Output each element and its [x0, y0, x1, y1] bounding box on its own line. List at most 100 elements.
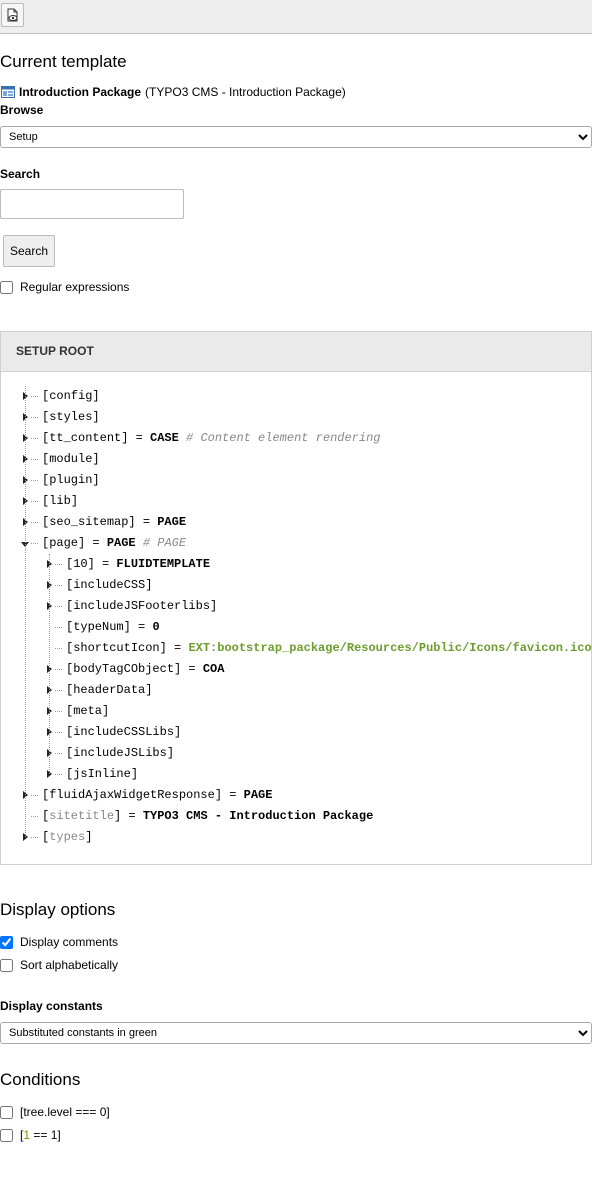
- tree-connector: [31, 428, 38, 449]
- tree-node[interactable]: [config]: [20, 386, 100, 407]
- tree-connector: [55, 659, 62, 680]
- tree-node-key[interactable]: config: [49, 389, 92, 403]
- tree-connector: [31, 785, 38, 806]
- tree-connector: [55, 596, 62, 617]
- tree-node-key[interactable]: includeCSS: [73, 578, 145, 592]
- tree-root-guide: [25, 386, 26, 837]
- tree-node-key[interactable]: headerData: [73, 683, 145, 697]
- tree-connector: [55, 575, 62, 596]
- condition-item: [tree.level === 0]: [0, 1105, 110, 1119]
- tree-node[interactable]: [styles]: [20, 407, 100, 428]
- search-input[interactable]: [0, 189, 184, 219]
- tree-node: [typeNum] = 0: [44, 617, 160, 638]
- tree-node[interactable]: [fluidAjaxWidgetResponse] = PAGE: [20, 785, 272, 806]
- tree-node-key[interactable]: jsInline: [73, 767, 131, 781]
- tree-connector: [31, 512, 38, 533]
- tree-node[interactable]: [jsInline]: [44, 764, 138, 785]
- tree-node[interactable]: [lib]: [20, 491, 78, 512]
- current-template-heading: Current template: [0, 52, 127, 71]
- display-comments-label: Display comments: [20, 935, 119, 949]
- tree-node[interactable]: [includeJSFooterlibs]: [44, 596, 217, 617]
- tree-node[interactable]: [bodyTagCObject] = COA: [44, 659, 224, 680]
- template-icon: [1, 86, 15, 98]
- tree-node[interactable]: [headerData]: [44, 680, 152, 701]
- tree-node[interactable]: [includeCSS]: [44, 575, 152, 596]
- tree-node-key[interactable]: 10: [73, 557, 87, 571]
- template-name[interactable]: Introduction Package: [19, 85, 141, 99]
- display-constants-label: Display constants: [0, 999, 103, 1013]
- tree-connector: [31, 386, 38, 407]
- tree-node-value: PAGE: [243, 788, 273, 802]
- tree-node[interactable]: [tt_content] = CASE # Content element re…: [20, 428, 380, 449]
- display-comments-option: Display comments: [0, 935, 118, 949]
- module-toolbar: [0, 0, 592, 34]
- tree-node-value: PAGE: [157, 515, 187, 529]
- browse-label: Browse: [0, 103, 44, 117]
- tree-node-key[interactable]: bodyTagCObject: [73, 662, 174, 676]
- template-detail: (TYPO3 CMS - Introduction Package): [145, 85, 346, 99]
- tree-node-key[interactable]: includeJSFooterlibs: [73, 599, 210, 613]
- tree-page-guide: [49, 554, 50, 774]
- tree-node[interactable]: [plugin]: [20, 470, 100, 491]
- tree-node[interactable]: [includeCSSLibs]: [44, 722, 181, 743]
- tree-node-key[interactable]: meta: [73, 704, 102, 718]
- tree-node: [sitetitle] = TYPO3 CMS - Introduction P…: [20, 806, 373, 827]
- tree-node-key[interactable]: includeCSSLibs: [73, 725, 174, 739]
- tree-connector: [31, 827, 38, 848]
- tree-node-key[interactable]: sitetitle: [49, 809, 114, 823]
- tree-node-key[interactable]: tt_content: [49, 431, 121, 445]
- tree-node-comment: # Content element rendering: [186, 431, 381, 445]
- tree-node-key[interactable]: types: [49, 830, 85, 844]
- regex-option: Regular expressions: [0, 280, 129, 294]
- tree-node-key[interactable]: fluidAjaxWidgetResponse: [49, 788, 215, 802]
- display-comments-checkbox[interactable]: [0, 935, 13, 949]
- tree-node[interactable]: [seo_sitemap] = PAGE: [20, 512, 186, 533]
- sort-alpha-option: Sort alphabetically: [0, 958, 118, 972]
- tree-node[interactable]: [10] = FLUIDTEMPLATE: [44, 554, 210, 575]
- view-page-button[interactable]: [1, 3, 24, 27]
- sort-alpha-checkbox[interactable]: [0, 958, 13, 972]
- tree-node[interactable]: [meta]: [44, 701, 109, 722]
- sort-alpha-label: Sort alphabetically: [20, 958, 119, 972]
- regex-checkbox[interactable]: [0, 280, 13, 294]
- tree-node-key[interactable]: plugin: [49, 473, 92, 487]
- display-constants-select[interactable]: Substituted constants in green: [0, 1022, 592, 1044]
- tree-node-value: TYPO3 CMS - Introduction Package: [142, 809, 374, 823]
- tree-node-key[interactable]: seo_sitemap: [49, 515, 128, 529]
- template-info: Introduction Package (TYPO3 CMS - Introd…: [1, 85, 346, 99]
- setup-root-panel: SETUP ROOT [config] [styles] [tt_content] …: [0, 331, 592, 865]
- tree-node-value: COA: [202, 662, 225, 676]
- tree-connector: [31, 491, 38, 512]
- condition-label: [tree.level === 0]: [20, 1105, 110, 1119]
- tree-node[interactable]: [types]: [20, 827, 92, 848]
- regex-label: Regular expressions: [20, 280, 130, 294]
- tree-node-key[interactable]: typeNum: [73, 620, 123, 634]
- condition-checkbox[interactable]: [0, 1105, 13, 1119]
- tree-node-key[interactable]: styles: [49, 410, 92, 424]
- tree-node-value: FLUIDTEMPLATE: [116, 557, 211, 571]
- tree-node-key[interactable]: lib: [49, 494, 71, 508]
- condition-checkbox[interactable]: [0, 1128, 13, 1142]
- tree-node: [shortcutIcon] = EXT:bootstrap_package/R…: [44, 638, 592, 659]
- tree-connector: [55, 680, 62, 701]
- tree-connector: [55, 701, 62, 722]
- tree-node-key[interactable]: page: [49, 536, 78, 550]
- panel-title: SETUP ROOT: [1, 332, 591, 372]
- tree-node[interactable]: [module]: [20, 449, 100, 470]
- tree-node-value: CASE: [150, 431, 179, 445]
- condition-label: [1 == 1]: [20, 1128, 61, 1142]
- tree-node[interactable]: [page] = PAGE # PAGE: [20, 533, 186, 554]
- tree-node-key[interactable]: shortcutIcon: [73, 641, 159, 655]
- tree-node-value: PAGE: [106, 536, 136, 550]
- display-options-heading: Display options: [0, 900, 116, 919]
- condition-item: [1 == 1]: [0, 1128, 61, 1142]
- tree-connector: [55, 638, 62, 659]
- tree-node[interactable]: [includeJSLibs]: [44, 743, 174, 764]
- tree-connector: [31, 806, 38, 827]
- tree-node-key[interactable]: module: [49, 452, 92, 466]
- search-button[interactable]: Search: [3, 235, 55, 267]
- tree-connector: [55, 617, 62, 638]
- tree-connector: [55, 722, 62, 743]
- browse-select[interactable]: Setup: [0, 126, 592, 148]
- tree-node-key[interactable]: includeJSLibs: [73, 746, 167, 760]
